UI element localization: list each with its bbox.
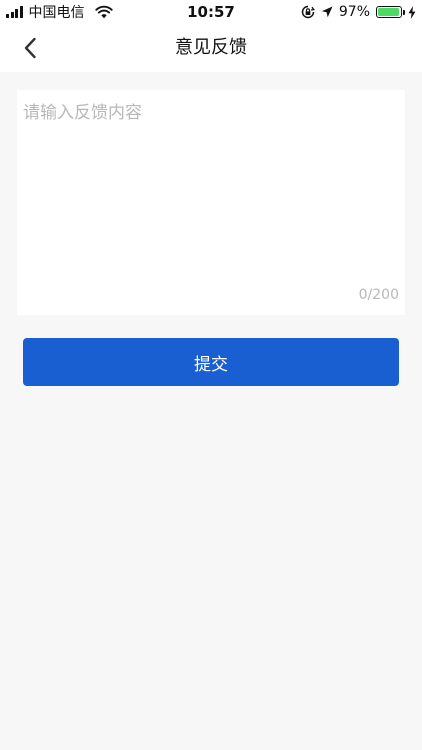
feedback-card: 0/200 xyxy=(17,90,405,315)
battery-percent: 97% xyxy=(338,4,370,20)
status-bar-left: 中国电信 xyxy=(6,0,113,24)
battery-fill xyxy=(378,8,400,16)
status-bar: 中国电信 10:57 97% xyxy=(0,0,422,24)
charging-bolt-icon xyxy=(408,5,416,19)
char-counter: 0/200 xyxy=(358,287,399,303)
wifi-icon xyxy=(94,5,113,19)
feedback-input[interactable] xyxy=(17,90,405,280)
location-arrow-icon xyxy=(321,6,333,18)
orientation-lock-icon xyxy=(301,5,315,19)
status-bar-right: 97% xyxy=(301,0,416,24)
nav-bar: 意见反馈 xyxy=(0,24,422,72)
back-chevron-icon xyxy=(24,37,36,59)
page-title: 意见反馈 xyxy=(175,37,247,58)
back-button[interactable] xyxy=(14,32,46,64)
submit-button[interactable]: 提交 xyxy=(23,338,399,386)
carrier-name: 中国电信 xyxy=(28,5,85,21)
battery-icon xyxy=(376,6,405,18)
signal-icon xyxy=(6,6,23,18)
